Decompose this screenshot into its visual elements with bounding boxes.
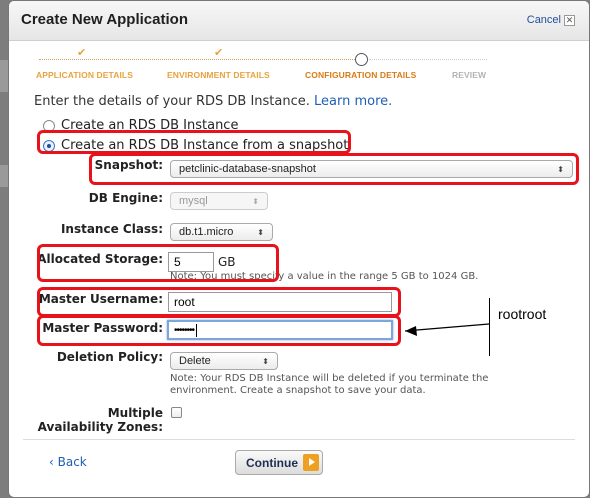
step-configuration-details: CONFIGURATION DETAILS [305,70,417,80]
progress-line-pending [369,59,487,60]
master-password-label: Master Password: [42,321,163,335]
db-engine-value: mysql [179,195,208,207]
storage-unit: GB [218,255,236,269]
radio-button-selected[interactable] [43,139,55,152]
create-application-dialog: Create New Application Cancel ✕ ✔ ✔ APPL… [8,0,590,498]
learn-more-link[interactable]: Learn more. [314,94,392,109]
instance-class-value: db.t1.micro [179,226,234,238]
text-cursor [196,323,198,337]
snapshot-select[interactable]: petclinic-database-snapshot ⬍ [170,160,573,178]
master-username-value: root [174,295,195,309]
multi-az-label-line1: Multiple [107,406,163,420]
select-arrows-icon: ⬍ [262,356,269,366]
storage-note: Note: You must specify a value in the ra… [170,271,479,282]
continue-button[interactable]: Continue [235,450,323,475]
dialog-titlebar: Create New Application Cancel ✕ [9,1,589,41]
step-current-indicator-icon [355,53,368,66]
continue-label: Continue [246,455,298,470]
radio-button[interactable] [43,119,55,132]
cancel-label: Cancel [526,14,561,26]
dialog-title: Create New Application [21,11,188,28]
allocated-storage-label: Allocated Storage: [37,252,163,266]
footer-divider [23,439,575,440]
back-button[interactable]: ‹ Back [49,455,87,469]
intro-text: Enter the details of your RDS DB Instanc… [34,94,392,109]
multi-az-checkbox[interactable] [171,407,182,418]
instance-class-select[interactable]: db.t1.micro ⬍ [170,223,273,241]
deletion-policy-note-line2: environment. Create a snapshot to save y… [170,385,426,396]
deletion-policy-value: Delete [179,355,211,367]
step-environment-details: ENVIRONMENT DETAILS [167,70,270,80]
radio-create-instance[interactable]: Create an RDS DB Instance [43,118,238,133]
instance-class-label: Instance Class: [60,222,163,236]
continue-arrow-icon [303,454,319,471]
multi-az-label-line2: Availability Zones: [37,420,163,434]
snapshot-label: Snapshot: [94,158,163,172]
deletion-policy-select[interactable]: Delete ⬍ [170,352,278,370]
allocated-storage-input[interactable]: 5 [168,252,214,272]
radio-label: Create an RDS DB Instance from a snapsho… [61,138,349,153]
select-arrows-icon: ⬍ [257,227,264,237]
progress-line [39,59,359,60]
step-review: REVIEW [452,70,487,80]
deletion-policy-label: Deletion Policy: [56,350,163,364]
allocated-storage-value: 5 [174,255,181,269]
radio-create-from-snapshot[interactable]: Create an RDS DB Instance from a snapsho… [43,138,348,153]
callout-bar [489,298,490,356]
db-engine-label: DB Engine: [88,191,163,205]
deletion-policy-note-line1: Note: Your RDS DB Instance will be delet… [170,373,489,384]
step-complete-check-icon: ✔ [77,46,87,59]
master-username-input[interactable]: root [168,292,392,312]
password-callout-text: rootroot [498,306,547,322]
master-password-input[interactable]: •••••••• [167,320,393,340]
select-arrows-icon: ⬍ [557,164,564,174]
select-arrows-icon: ⬍ [252,196,259,206]
step-application-details: APPLICATION DETAILS [36,70,133,80]
intro-description: Enter the details of your RDS DB Instanc… [34,94,310,109]
snapshot-value: petclinic-database-snapshot [179,163,316,175]
master-username-label: Master Username: [38,292,163,306]
radio-label: Create an RDS DB Instance [61,118,239,133]
cancel-button[interactable]: Cancel ✕ [527,14,575,26]
db-engine-select: mysql ⬍ [170,192,268,210]
step-complete-check-icon: ✔ [214,46,224,59]
close-icon[interactable]: ✕ [564,14,575,26]
master-password-value: •••••••• [174,324,195,336]
